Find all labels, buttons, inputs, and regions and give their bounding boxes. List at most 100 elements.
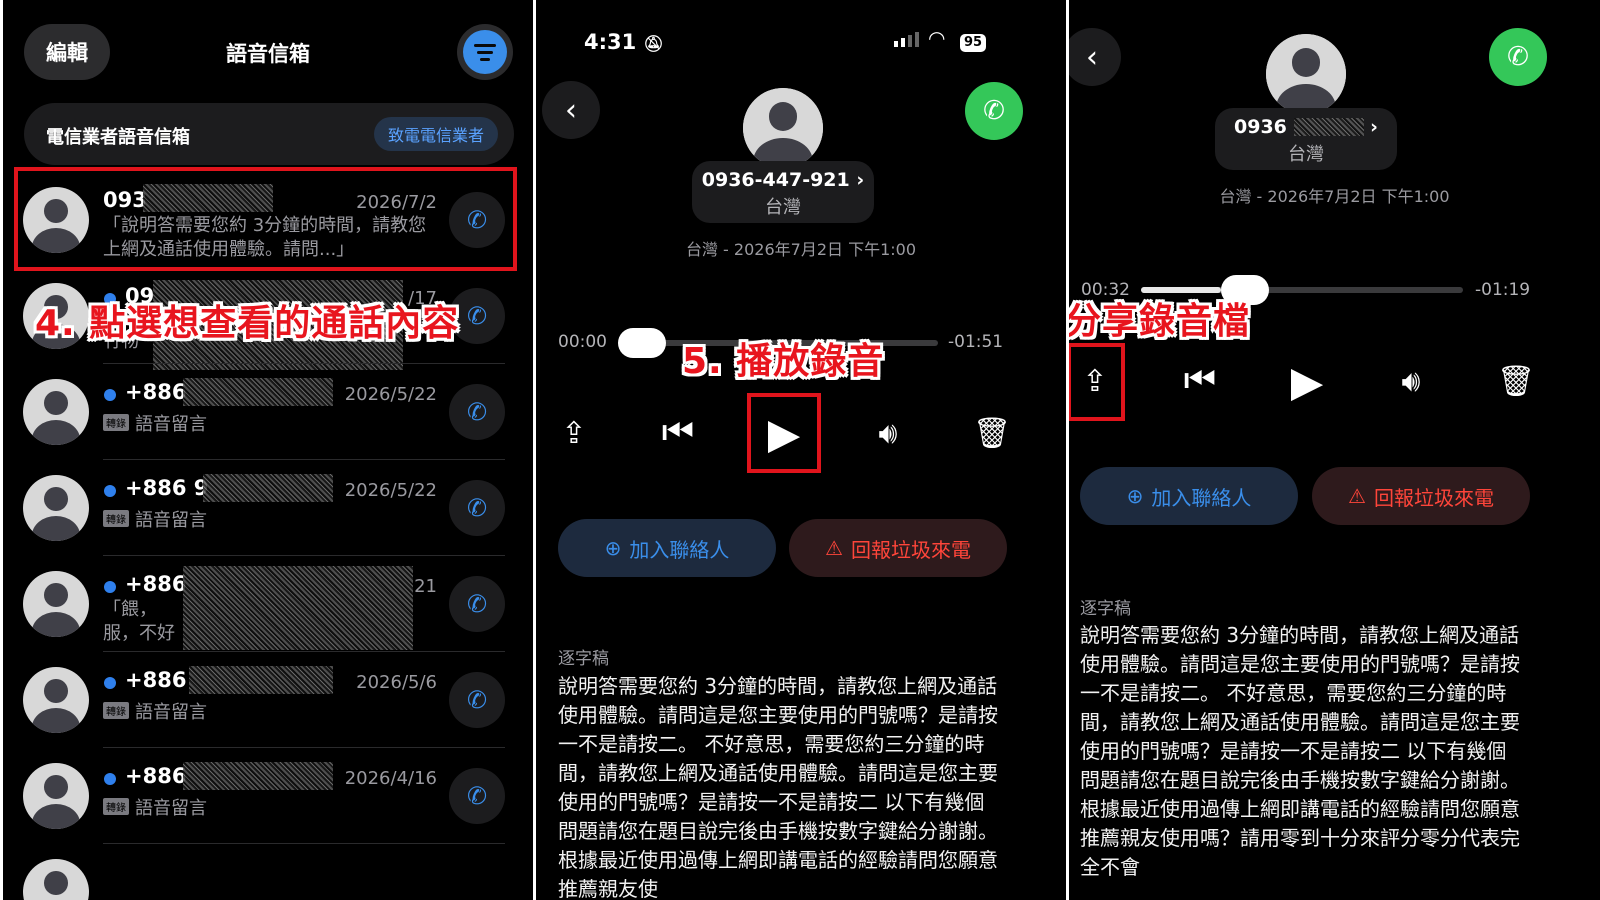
add-contact-button[interactable]: ⊕ 加入聯絡人 — [1080, 467, 1298, 525]
voicemail-date: 2026/5/6 — [356, 672, 437, 693]
filter-icon — [463, 30, 507, 74]
transcribed-tag: 轉錄 — [103, 702, 129, 719]
rewind-button[interactable]: ⏮︎ — [1170, 351, 1230, 411]
share-button[interactable]: ⇪ — [544, 403, 604, 463]
avatar — [743, 88, 823, 168]
phone-icon: ✆ — [983, 96, 1005, 126]
caller-number: 0936-447-921 › — [701, 169, 865, 191]
voicemail-row[interactable]: +886 21 「餵， 服，不好 ✆ — [3, 556, 533, 652]
skip-back-icon: ⏮︎ — [661, 412, 695, 453]
voicemail-row[interactable]: +886 2026/5/22 轉錄 語音留言 ✆ — [3, 364, 533, 460]
caller-info-button[interactable]: 0936 › 台灣 — [1215, 108, 1397, 170]
step-annotation: 4. 點選想查看的通話內容 — [35, 303, 460, 344]
speaker-button[interactable]: 🔊︎ — [858, 403, 918, 463]
wifi-icon: ◠ — [928, 26, 946, 50]
avatar — [23, 763, 89, 829]
caller-number: +886 — [125, 764, 187, 788]
play-button[interactable]: ▶ — [1277, 351, 1337, 411]
caller-number: +886 — [125, 572, 187, 596]
caller-number: +886 — [125, 380, 187, 404]
delete-button[interactable]: 🗑︎ — [962, 403, 1022, 463]
voicemail-date: 2026/4/16 — [344, 768, 437, 789]
call-back-button[interactable]: ✆ — [449, 768, 505, 824]
speaker-icon: 🔊︎ — [878, 415, 898, 451]
transcript-heading: 逐字稿 — [558, 649, 609, 669]
unread-dot — [104, 389, 116, 401]
back-button[interactable]: ‹ — [1069, 28, 1121, 86]
phone-icon: ✆ — [466, 782, 488, 810]
call-carrier-button[interactable]: 致電電信業者 — [373, 117, 498, 151]
play-icon: ▶ — [1290, 356, 1324, 406]
voicemail-type: 轉錄 語音留言 — [103, 794, 207, 820]
report-icon: ⚠ — [1348, 484, 1366, 508]
redaction — [203, 474, 333, 502]
caller-info-button[interactable]: 0936-447-921 › 台灣 — [692, 161, 874, 223]
call-button[interactable]: ✆ — [965, 82, 1023, 140]
voicemail-row[interactable]: +886 2026/4/16 轉錄 語音留言 ✆ — [3, 748, 533, 844]
phone-icon: ✆ — [466, 302, 488, 330]
voicemail-row[interactable] — [3, 844, 533, 900]
voicemail-type: 轉錄 語音留言 — [103, 410, 207, 436]
voicemail-row[interactable]: +886 2026/5/6 轉錄 語音留言 ✆ — [3, 652, 533, 748]
highlight-box — [1069, 343, 1125, 421]
call-back-button[interactable]: ✆ — [449, 576, 505, 632]
phone-icon: ✆ — [466, 494, 488, 522]
avatar — [23, 379, 89, 445]
avatar — [23, 667, 89, 733]
call-back-button[interactable]: ✆ — [449, 480, 505, 536]
caller-number: +886 9 — [125, 476, 209, 500]
transcript-preview: 「餵， 服，不好 — [103, 599, 175, 644]
transcribed-tag: 轉錄 — [103, 414, 129, 431]
remaining-time: -01:51 — [948, 332, 1004, 352]
silent-bell-icon: 🔕︎ — [643, 34, 664, 53]
voicemail-meta: 台灣 - 2026年7月2日 下午1:00 — [1219, 187, 1450, 206]
carrier-voicemail-row[interactable]: 電信業者語音信箱 致電電信業者 — [24, 103, 514, 165]
add-contact-button[interactable]: ⊕ 加入聯絡人 — [558, 519, 776, 577]
report-icon: ⚠ — [825, 536, 843, 560]
elapsed-time: 00:00 — [558, 332, 607, 352]
voicemail-date: 2026/5/22 — [344, 480, 437, 501]
unread-dot — [104, 581, 116, 593]
voicemail-meta: 台灣 - 2026年7月2日 下午1:00 — [685, 240, 917, 259]
avatar — [1266, 34, 1346, 114]
avatar — [23, 571, 89, 637]
voicemail-type: 轉錄 語音留言 — [103, 698, 207, 724]
unread-dot — [104, 677, 116, 689]
voicemail-detail-screen: ‹ ✆ 0936 › 台灣 台灣 - 2026年7月2日 下午1:00 00:3… — [1069, 0, 1600, 900]
chevron-right-icon: › — [1370, 116, 1378, 138]
call-back-button[interactable]: ✆ — [449, 672, 505, 728]
page-title: 語音信箱 — [226, 42, 310, 66]
voicemail-date: 21 — [414, 576, 437, 597]
report-spam-button[interactable]: ⚠ 回報垃圾來電 — [789, 519, 1007, 577]
rewind-button[interactable]: ⏮︎ — [648, 403, 708, 463]
transcript-heading: 逐字稿 — [1080, 599, 1131, 619]
carrier-voicemail-label: 電信業者語音信箱 — [46, 127, 190, 148]
share-icon: ⇪ — [561, 415, 587, 451]
redaction — [189, 666, 333, 694]
voicemail-list-screen: 編輯 語音信箱 電信業者語音信箱 致電電信業者 093 2026/7/2 「說明… — [3, 0, 533, 900]
phone-icon: ✆ — [466, 590, 488, 618]
speaker-button[interactable]: 🔊︎ — [1381, 351, 1441, 411]
back-button[interactable]: ‹ — [542, 81, 600, 139]
add-person-icon: ⊕ — [1126, 484, 1144, 508]
transcribed-tag: 轉錄 — [103, 510, 129, 527]
trash-icon: 🗑︎ — [1496, 363, 1536, 399]
call-button[interactable]: ✆ — [1489, 28, 1547, 86]
playback-scrubber[interactable] — [618, 328, 666, 358]
filter-button[interactable] — [457, 24, 513, 80]
status-time: 4:31 🔕︎ — [584, 30, 664, 54]
call-back-button[interactable]: ✆ — [449, 384, 505, 440]
phone-icon: ✆ — [1507, 42, 1529, 72]
phone-icon: ✆ — [466, 686, 488, 714]
transcript-text: 說明答需要您約 3分鐘的時間，請教您上網及通話使用體驗。請問這是您主要使用的門號… — [1080, 623, 1520, 879]
report-spam-button[interactable]: ⚠ 回報垃圾來電 — [1312, 467, 1530, 525]
caller-country: 台灣 — [765, 197, 801, 218]
chevron-right-icon: › — [856, 169, 865, 191]
voicemail-date: 2026/5/22 — [344, 384, 437, 405]
highlight-box — [747, 393, 821, 473]
phone-icon: ✆ — [466, 398, 488, 426]
delete-button[interactable]: 🗑︎ — [1486, 351, 1546, 411]
voicemail-row[interactable]: +886 9 2026/5/22 轉錄 語音留言 ✆ — [3, 460, 533, 556]
speaker-icon: 🔊︎ — [1401, 363, 1421, 399]
transcribed-tag: 轉錄 — [103, 798, 129, 815]
